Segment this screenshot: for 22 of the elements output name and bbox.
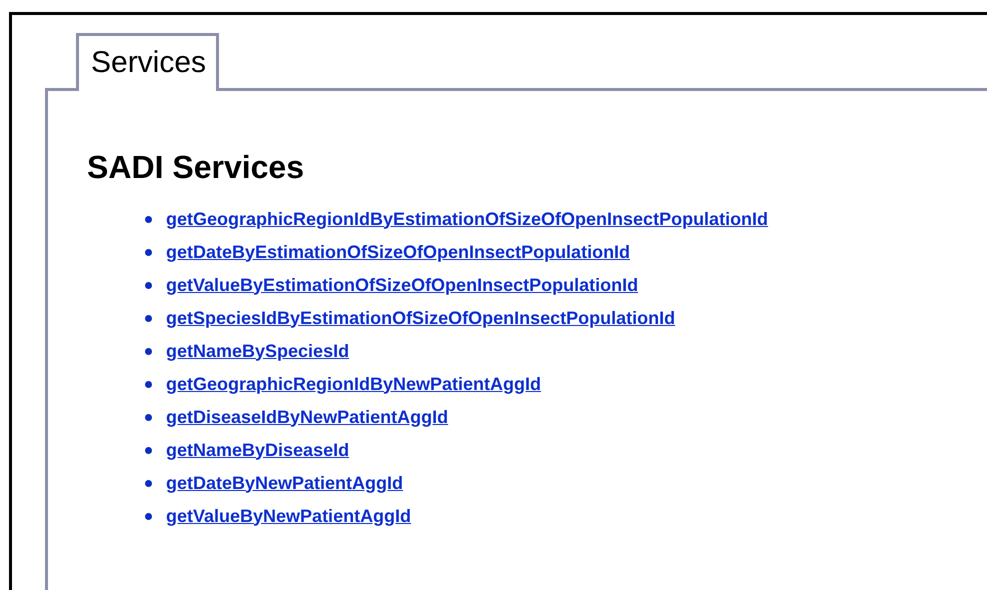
services-tab[interactable]: Services (76, 33, 220, 91)
service-link[interactable]: getDiseaseIdByNewPatientAggId (166, 406, 448, 428)
bullet-icon (145, 380, 152, 388)
service-link[interactable]: getGeographicRegionIdByEstimationOfSizeOfOpenInsectPopulationId (166, 208, 768, 230)
bullet-icon (145, 248, 152, 256)
service-link[interactable]: getGeographicRegionIdByNewPatientAggId (166, 374, 542, 394)
service-link[interactable]: getDateByNewPatientAggId (166, 472, 404, 494)
service-link[interactable]: getNameBySpeciesId (166, 340, 350, 362)
service-link[interactable]: getDateByEstimationOfSizeOfOpenInsectPopulationId (166, 242, 630, 262)
page-heading: SADI Services (87, 149, 306, 186)
bullet-icon (145, 314, 152, 322)
bullet-icon (145, 414, 152, 420)
bullet-icon (145, 282, 152, 288)
bullet-icon (145, 348, 152, 354)
bullet-icon (145, 216, 152, 222)
bullet-icon (145, 446, 152, 454)
service-link[interactable]: getNameByDiseaseId (166, 440, 350, 460)
service-link[interactable]: getSpeciesIdByEstimationOfSizeOfOpenInsectPopulationId (166, 308, 676, 328)
service-link[interactable]: getValueByNewPatientAggId (166, 506, 412, 526)
bullet-icon (145, 480, 152, 486)
bullet-icon (145, 512, 152, 520)
service-link[interactable]: getValueByEstimationOfSizeOfOpenInsectPopulationId (166, 274, 638, 296)
